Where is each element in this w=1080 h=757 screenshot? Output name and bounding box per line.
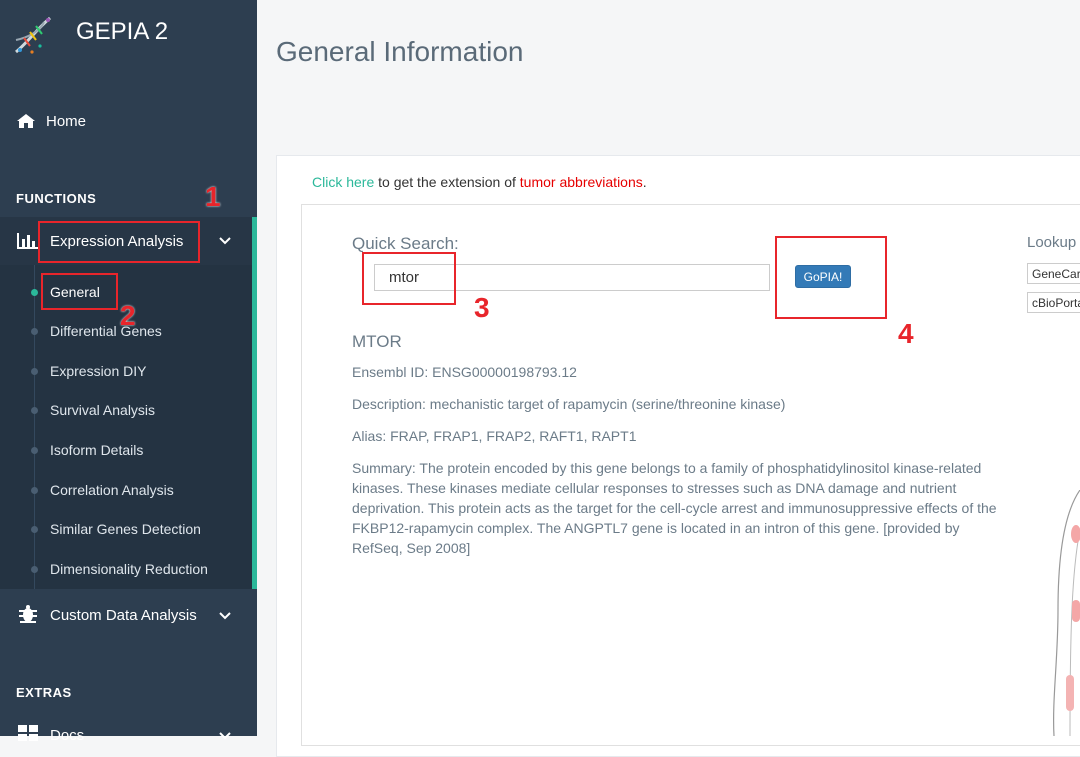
- sidebar-item-survival-analysis[interactable]: Survival Analysis: [0, 397, 252, 423]
- gene-summary: Summary: The protein encoded by this gen…: [352, 460, 997, 556]
- chevron-down-icon[interactable]: [219, 612, 231, 620]
- sidebar-item-custom-data-analysis[interactable]: Custom Data Analysis: [0, 602, 257, 628]
- sidebar-item-label: Home: [46, 112, 87, 130]
- sidebar-item-label: Custom Data Analysis: [50, 606, 197, 624]
- annotation-box-4: [775, 236, 887, 319]
- windows-icon: [18, 725, 38, 741]
- extension-text: to get the extension of: [374, 174, 520, 190]
- sidebar-item-correlation-analysis[interactable]: Correlation Analysis: [0, 477, 252, 503]
- quick-search-label: Quick Search:: [352, 234, 459, 253]
- section-title-functions: FUNCTIONS: [16, 191, 97, 206]
- home-icon: [17, 114, 35, 128]
- bug-icon: [19, 605, 37, 623]
- chevron-down-icon[interactable]: [219, 237, 231, 245]
- chevron-down-icon[interactable]: [219, 732, 231, 740]
- gene-description: Description: mechanistic target of rapam…: [352, 396, 786, 412]
- tumor-abbreviations-link[interactable]: tumor abbreviations: [520, 174, 643, 190]
- annotation-box-2: [41, 273, 118, 310]
- brand-title[interactable]: GEPIA 2: [76, 18, 168, 46]
- bullet-icon: [31, 486, 38, 494]
- annotation-number-3: 3: [474, 292, 490, 323]
- sidebar-item-home[interactable]: Home: [16, 110, 86, 132]
- bullet-icon: [31, 525, 38, 533]
- bullet-icon: [31, 327, 38, 335]
- annotation-box-1: [38, 221, 200, 263]
- sidebar-item-similar-genes[interactable]: Similar Genes Detection: [0, 516, 252, 542]
- gene-symbol: MTOR: [352, 332, 402, 351]
- sidebar-item-label: Similar Genes Detection: [50, 521, 201, 537]
- section-title-extras: EXTRAS: [16, 685, 72, 700]
- cbioportal-button[interactable]: cBioPortal: [1027, 292, 1080, 313]
- sidebar: GEPIA 2 Home FUNCTIONS Expression Analys…: [0, 0, 257, 744]
- annotation-number-2: 2: [120, 300, 136, 331]
- gene-alias: Alias: FRAP, FRAP1, FRAP2, RAFT1, RAPT1: [352, 428, 637, 444]
- bullet-icon: [31, 288, 38, 296]
- bullet-icon: [31, 565, 38, 573]
- sidebar-item-label: Differential Genes: [50, 323, 162, 339]
- dna-logo-icon[interactable]: [10, 12, 56, 58]
- sidebar-item-label: Survival Analysis: [50, 402, 156, 418]
- bar-chart-icon: [17, 233, 39, 249]
- sidebar-item-label: Expression DIY: [50, 363, 147, 379]
- body-figure-icon[interactable]: [1036, 490, 1080, 736]
- genecards-button[interactable]: GeneCards: [1027, 263, 1080, 284]
- bullet-icon: [31, 406, 38, 414]
- sidebar-item-expression-diy[interactable]: Expression DIY: [0, 358, 252, 384]
- page-title: General Information: [276, 36, 524, 67]
- click-here-link[interactable]: Click here: [312, 174, 374, 190]
- annotation-number-1: 1: [205, 181, 221, 212]
- ensembl-id: Ensembl ID: ENSG00000198793.12: [352, 364, 577, 380]
- active-accent-bar: [252, 217, 257, 589]
- lookup-label: Lookup: [1027, 234, 1077, 251]
- sidebar-item-isoform-details[interactable]: Isoform Details: [0, 437, 252, 463]
- annotation-box-3: [362, 252, 456, 305]
- annotation-number-4: 4: [898, 318, 914, 349]
- extension-period: .: [642, 174, 647, 190]
- sidebar-item-label: Dimensionality Reduction: [50, 561, 208, 577]
- sidebar-item-dimensionality-reduction[interactable]: Dimensionality Reduction: [0, 556, 252, 582]
- bullet-icon: [31, 367, 38, 375]
- bullet-icon: [31, 446, 38, 454]
- sidebar-item-label: Docs: [50, 726, 85, 744]
- sidebar-item-label: Isoform Details: [50, 442, 144, 458]
- sidebar-item-docs[interactable]: Docs: [0, 722, 257, 748]
- extension-note: Click here to get the extension of tumor…: [312, 174, 647, 190]
- sidebar-item-label: Correlation Analysis: [50, 482, 174, 498]
